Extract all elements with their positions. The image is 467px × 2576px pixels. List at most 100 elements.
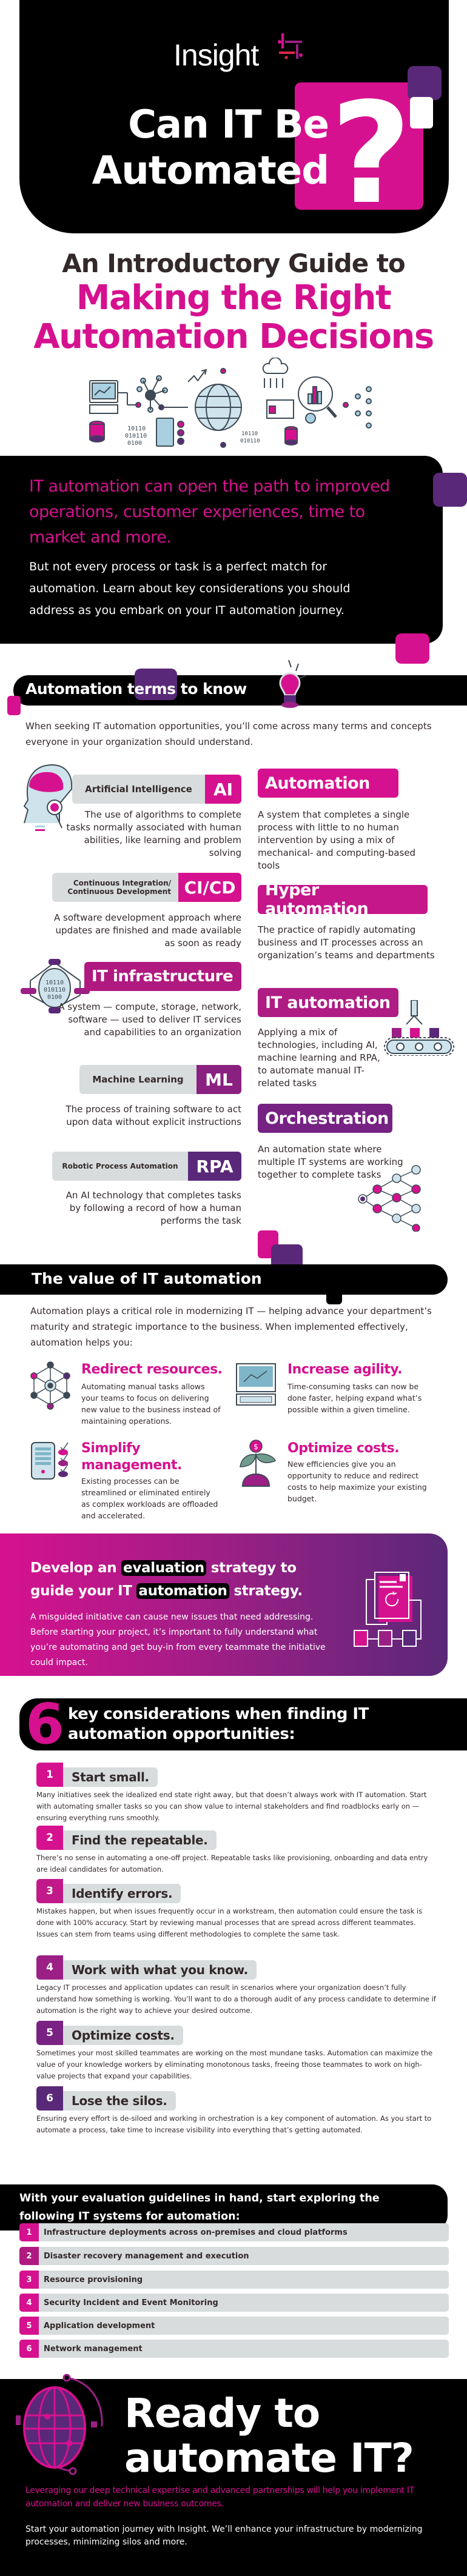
consideration-number: 1 (36, 1763, 63, 1787)
term-abbreviation: CI/CD (178, 873, 241, 902)
value-item-title: Optimize costs. (287, 1441, 400, 1456)
text: strategy. (229, 1583, 303, 1599)
system-number: 5 (19, 2317, 39, 2335)
system-label: Network management (44, 2344, 143, 2354)
network-people-icon (30, 1361, 70, 1410)
evaluation-heading-line-2: guide your IT automation strategy. (30, 1580, 346, 1603)
consideration-5-text: Sometimes your most skilled teammates ar… (36, 2049, 433, 2080)
system-number: 1 (19, 2223, 39, 2241)
text: guide your IT (30, 1583, 137, 1599)
subtitle-main: Making the Right Automation Decisions (0, 279, 467, 356)
system-number: 3 (19, 2271, 39, 2289)
subtitle-line-2: Making the Right (76, 278, 392, 318)
term-desc-ml: The process of training software to act … (66, 1104, 241, 1127)
cta-title: Ready to automate IT? (124, 2391, 414, 2481)
system-label: Disaster recovery management and executi… (44, 2251, 249, 2261)
lightbulb-icon (279, 659, 306, 708)
infographic-page: Insight ? Can IT Be Automated An Introdu… (0, 0, 467, 2576)
svg-text:10110: 10110 (241, 431, 258, 437)
consideration-2-text: There’s no sense in automating a one-off… (36, 1854, 428, 1874)
terms-heading-post: to know (175, 680, 247, 698)
computer-chart-icon (236, 1363, 276, 1406)
question-mark: ? (331, 73, 412, 235)
consideration-number: 4 (36, 1955, 63, 1980)
term-desc-cicd: A software development approach where up… (54, 912, 241, 949)
term-full-name: Artificial Intelligence (72, 775, 205, 804)
intro-lead: IT automation can open the path to impro… (29, 477, 390, 547)
decor-square-white (410, 97, 433, 128)
consideration-5-heading: 5 Optimize costs. (36, 2021, 183, 2045)
system-item: 5 Application development (19, 2317, 449, 2335)
term-pill-ai: Artificial Intelligence AI (72, 775, 241, 804)
server-checklist-icon (31, 1442, 69, 1480)
term-full-name: Continuous Integration/ Continuous Devel… (52, 873, 178, 902)
term-abbreviation: RPA (188, 1152, 241, 1181)
evaluation-heading: Develop an evaluation strategy to guide … (30, 1557, 346, 1603)
term-tag-orchestration: Orchestration (258, 1104, 392, 1133)
term-pill-cicd: Continuous Integration/ Continuous Devel… (52, 873, 241, 902)
svg-text:010110: 010110 (240, 438, 260, 444)
neural-network-icon (358, 1165, 421, 1232)
consideration-title: Find the repeatable. (63, 1830, 217, 1850)
intro-body: But not every process or task is a perfe… (29, 560, 351, 617)
consideration-1-text: Many initiatives seek the idealized end … (36, 1790, 427, 1822)
system-item: 2 Disaster recovery management and execut… (19, 2247, 449, 2265)
svg-text:0100: 0100 (127, 440, 142, 447)
term-abbreviation: ML (197, 1065, 241, 1094)
systems-heading: With your evaluation guidelines in hand,… (19, 2192, 380, 2223)
document-refresh-flow-icon (354, 1572, 422, 1647)
evaluation-body: A misguided initiative can cause new iss… (30, 1612, 326, 1667)
cta-lead: Leveraging our deep technical expertise … (25, 2486, 414, 2509)
cta-title-line-2: automate IT? (124, 2435, 414, 2481)
consideration-6-heading: 6 Lose the silos. (36, 2086, 176, 2111)
term-desc-it-automation: Applying a mix of technologies, includin… (258, 1027, 380, 1089)
terms-heading-pre: Automation (25, 680, 127, 698)
decor-square-magenta (7, 696, 21, 715)
term-tag-automation: Automation (258, 769, 398, 798)
considerations-count: 6 (25, 1692, 65, 1757)
system-item: 1 Infrastructure deployments across on-pr… (19, 2223, 449, 2241)
hero-title-line-2: Automated (92, 148, 329, 193)
system-item: 4 Security Incident and Event Monitoring (19, 2294, 449, 2312)
term-tag-it-automation: IT automation (258, 988, 398, 1017)
term-tag-it-infrastructure: IT infrastructure (84, 962, 241, 991)
value-heading: The value of IT automation (32, 1270, 262, 1287)
consideration-title: Identify errors. (63, 1884, 181, 1903)
svg-text:0100: 0100 (47, 994, 62, 1001)
consideration-title: Lose the silos. (63, 2091, 176, 2111)
system-label: Application development (44, 2321, 155, 2331)
considerations-heading: key considerations when finding IT autom… (68, 1705, 369, 1743)
globe-orbit-icon (16, 2374, 103, 2475)
money-plant-icon: $ (240, 1440, 277, 1487)
value-item-text: Automating manual tasks allows your team… (81, 1382, 221, 1426)
automation-highlight: automation (136, 1583, 229, 1599)
evaluation-heading-line-1: Develop an evaluation strategy to (30, 1557, 346, 1580)
svg-text:010110: 010110 (125, 433, 147, 439)
consideration-title: Start small. (63, 1767, 158, 1787)
system-item: 3 Resource provisioning (19, 2271, 449, 2289)
term-pill-rpa: Robotic Process Automation RPA (52, 1152, 241, 1181)
consideration-title: Optimize costs. (63, 2026, 183, 2045)
value-item-title: Redirect resources. (81, 1362, 223, 1377)
cta-title-line-1: Ready to (124, 2390, 320, 2437)
term-desc-automation: A system that completes a single process… (258, 809, 416, 871)
value-item-text: Existing processes can be streamlined or… (81, 1477, 218, 1520)
system-number: 6 (19, 2340, 39, 2358)
system-label: Infrastructure deployments across on-pre… (44, 2227, 348, 2237)
subtitle-intro: An Introductory Guide to (62, 249, 406, 278)
system-item: 6 Network management (19, 2340, 449, 2358)
consideration-1-heading: 1 Start small. (36, 1763, 158, 1787)
term-desc-hyper-automation: The practice of rapidly automating busin… (258, 924, 435, 961)
consideration-3-text: Mistakes happen, but when issues frequen… (36, 1907, 423, 1938)
insight-logo: Insight (173, 38, 259, 72)
decor-square-magenta (395, 633, 429, 664)
value-item-title: Simplify management. (81, 1441, 182, 1473)
system-number: 4 (19, 2294, 39, 2312)
term-desc-it-infrastructure: A system — compute, storage, network, so… (58, 1001, 241, 1038)
decor-square-purple (433, 473, 467, 507)
cta-body: Start your automation journey with Insig… (25, 2524, 423, 2547)
consideration-4-heading: 4 Work with what you know. (36, 1955, 257, 1980)
automation-network-illustration-icon: 10110 010110 0100 10110 010110 (89, 358, 372, 448)
term-desc-ai: The use of algorithms to complete tasks … (66, 809, 241, 858)
conveyor-robot-arm-icon (384, 1000, 454, 1056)
